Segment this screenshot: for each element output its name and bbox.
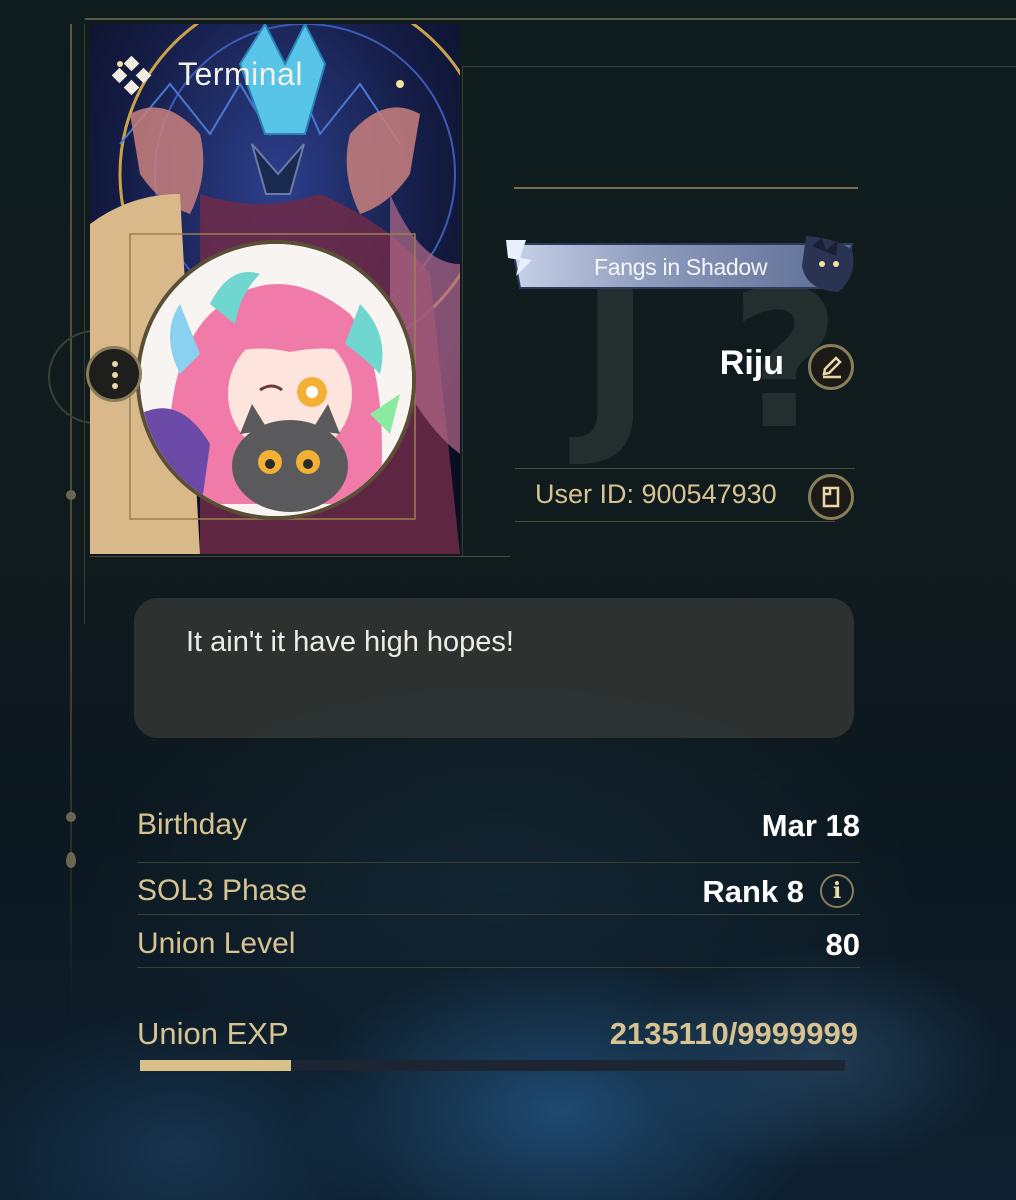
rail-ornament (66, 812, 76, 822)
stat-row-union-level: Union Level 80 (137, 927, 860, 967)
player-name: Riju (719, 344, 784, 382)
menu-dot (112, 372, 118, 378)
user-id: User ID: 900547930 (535, 479, 777, 509)
stat-value: 80 (825, 927, 860, 962)
union-exp-progress-bar (140, 1060, 845, 1071)
stat-label: Birthday (137, 808, 248, 841)
row-separator (137, 914, 860, 915)
stat-value: Rank 8 (702, 874, 804, 909)
stat-value: Mar 18 (761, 808, 860, 843)
info-icon[interactable]: i (820, 874, 854, 908)
rail-ornament (66, 852, 76, 868)
nameplate-title: Fangs in Shadow (594, 254, 768, 280)
divider-line (90, 556, 510, 557)
diamond-cluster-icon (112, 56, 152, 96)
stat-label: Union Level (137, 927, 296, 960)
frame-top-line (85, 18, 1016, 20)
row-separator (137, 967, 860, 968)
union-exp-label: Union EXP (137, 1016, 289, 1051)
copy-user-id-button[interactable] (808, 474, 854, 520)
signature-text: It ain't it have high hopes! (186, 626, 514, 658)
rail-ornament (66, 490, 76, 500)
copy-icon (822, 486, 840, 508)
menu-dot (112, 361, 118, 367)
card-title: Terminal (178, 56, 303, 92)
frame-left-rail-inner (84, 24, 85, 624)
frame-left-rail (70, 24, 72, 1024)
union-exp-progress-fill (140, 1060, 291, 1071)
card-menu-button[interactable] (86, 346, 142, 402)
menu-dot (112, 383, 118, 389)
avatar-image (140, 244, 412, 516)
stat-row-birthday: Birthday Mar 18 (137, 808, 860, 848)
avatar[interactable] (136, 240, 416, 520)
divider-line (515, 521, 835, 522)
union-exp-value: 2135110/9999999 (609, 1016, 858, 1051)
row-separator (137, 862, 860, 863)
edit-name-button[interactable] (808, 344, 854, 390)
divider-line (515, 468, 855, 469)
stat-row-sol3-phase: SOL3 Phase Rank 8 (137, 874, 860, 914)
divider-line (514, 187, 858, 189)
signature-box[interactable]: It ain't it have high hopes! (134, 598, 854, 738)
stat-label: SOL3 Phase (137, 874, 308, 907)
pencil-icon (822, 356, 842, 379)
